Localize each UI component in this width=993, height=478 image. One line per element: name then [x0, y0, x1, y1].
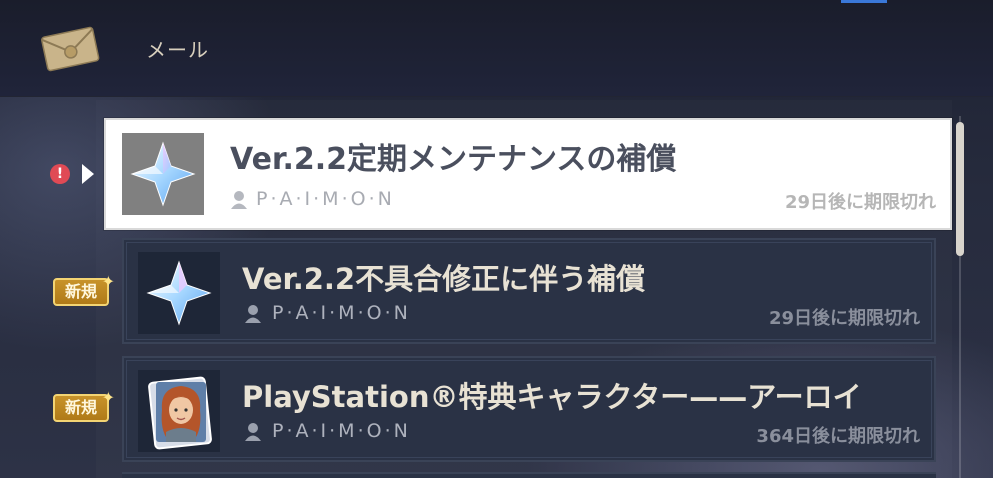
new-badge-label: 新規	[64, 398, 97, 417]
scrollbar[interactable]	[956, 116, 964, 478]
new-badge: 新規 ✦	[53, 388, 115, 422]
person-icon	[245, 305, 261, 323]
new-badge-label: 新規	[64, 282, 97, 301]
mail-sender: P·A·I·M·O·N	[272, 302, 411, 324]
mail-item[interactable]: Ver.2.2不具合修正に伴う補償 P·A·I·M·O·N 29日後に期限切れ	[122, 238, 936, 344]
top-accent-strip	[841, 0, 887, 3]
person-icon	[245, 423, 261, 441]
mail-title: Ver.2.2不具合修正に伴う補償	[242, 262, 646, 296]
mail-title: Ver.2.2定期メンテナンスの補償	[230, 142, 677, 177]
mail-expiry: 29日後に期限切れ	[784, 192, 936, 213]
mail-thumbnail	[138, 370, 220, 452]
mail-title: PlayStation®特典キャラクター——アーロイ	[242, 380, 862, 414]
mail-sender: P·A·I·M·O·N	[272, 420, 411, 442]
sparkle-icon: ✦	[101, 272, 115, 291]
mail-thumbnail	[122, 133, 204, 215]
scroll-thumb[interactable]	[956, 122, 964, 256]
aloy-portrait-icon	[148, 376, 212, 450]
mail-expiry: 364日後に期限切れ	[756, 426, 920, 447]
top-bar: メール	[0, 0, 993, 97]
person-icon	[231, 191, 247, 209]
page-title: メール	[146, 38, 209, 62]
mail-expiry: 29日後に期限切れ	[768, 308, 920, 329]
mail-envelope-icon	[41, 26, 100, 72]
selection-arrow-icon	[82, 164, 94, 184]
new-badge: 新規 ✦	[53, 272, 115, 306]
mail-item[interactable]: Ver.2.2定期メンテナンスの補償 P·A·I·M·O·N 29日後に期限切れ	[104, 118, 952, 230]
primogem-icon	[130, 141, 196, 207]
alert-badge: !	[50, 164, 70, 184]
mail-sender: P·A·I·M·O·N	[256, 188, 395, 210]
mail-item[interactable]: PlayStation®特典キャラクター——アーロイ P·A·I·M·O·N 3…	[122, 356, 936, 462]
primogem-icon	[146, 260, 212, 326]
sparkle-icon: ✦	[101, 388, 115, 407]
mail-thumbnail	[138, 252, 220, 334]
mail-item-partial[interactable]	[122, 472, 936, 478]
